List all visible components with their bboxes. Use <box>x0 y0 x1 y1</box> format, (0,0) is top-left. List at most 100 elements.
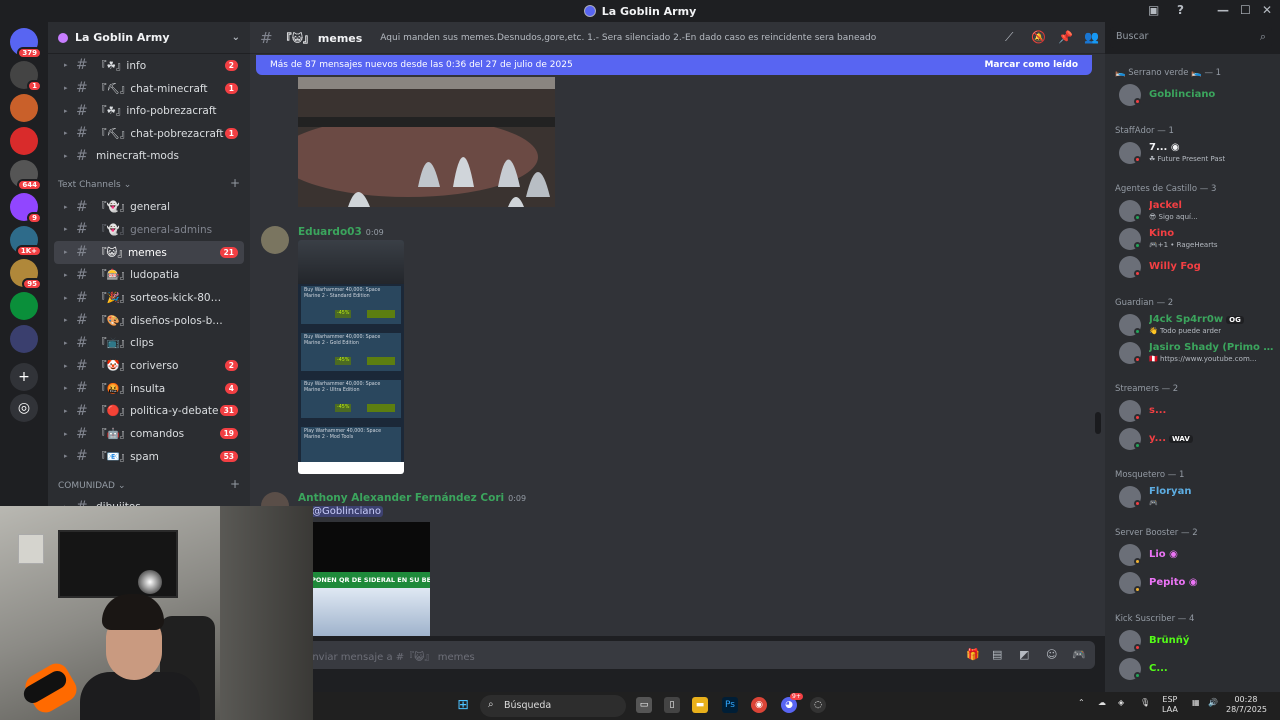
channel-item-clips[interactable]: ▸ # 『📺』clips <box>54 332 244 355</box>
channel-item-dise-os-polos-beluga-ar-[interactable]: ▸ # 『🎨』diseños-polos-beluga-ar... <box>54 309 244 332</box>
server-icon[interactable]: 9 <box>10 193 42 224</box>
message-author[interactable]: Eduardo03 0:09 <box>298 226 384 238</box>
onedrive-icon[interactable]: ☁ <box>1098 698 1106 708</box>
user-mention[interactable]: @Goblinciano <box>310 506 383 517</box>
member-item[interactable]: s... <box>1119 398 1274 424</box>
app-icon[interactable]: ◌ <box>810 697 826 713</box>
scrollbar-thumb[interactable] <box>1095 412 1101 434</box>
windows-start-icon[interactable]: ⊞ <box>455 697 471 713</box>
emoji-icon[interactable]: ☺ <box>1046 648 1057 661</box>
category-text-channels[interactable]: Text Channels ⌄ + <box>48 167 250 195</box>
channel-topic[interactable]: Aqui manden sus memes.Desnudos,gore,etc.… <box>380 33 876 43</box>
add-channel-icon[interactable]: + <box>230 477 240 491</box>
member-item[interactable]: J4ck Sp4rr0w OG 👋 Todo puede arder <box>1119 312 1274 338</box>
discover-icon[interactable]: ◎ <box>10 394 38 422</box>
hash-icon: # <box>76 244 88 261</box>
chrome-icon[interactable]: ◉ <box>751 697 767 713</box>
member-item[interactable]: Lio ◉ <box>1119 542 1274 568</box>
store-item-card: Buy Warhammer 40,000: Space Marine 2 - G… <box>301 333 401 371</box>
member-item[interactable]: Floryan 🎮 <box>1119 484 1274 510</box>
channel-item-ludopatia[interactable]: ▸ # 『🎰』ludopatia <box>54 264 244 287</box>
channel-item-spam[interactable]: ▸ # 『📧』spam 53 <box>54 445 244 468</box>
hash-icon: # <box>76 425 88 442</box>
collapse-arrow-icon: ▸ <box>64 248 68 257</box>
message-video[interactable]: TE PONEN QR DE SIDERAL EN SU BEBIDA <box>298 522 430 636</box>
search-icon: ⌕ <box>1259 30 1266 43</box>
server-icon[interactable] <box>10 127 38 155</box>
notification-muted-icon[interactable]: 🔕 <box>1031 30 1046 44</box>
search-input[interactable]: Buscar ⌕ <box>1110 27 1272 48</box>
language-indicator[interactable]: ESP LAA <box>1162 695 1178 715</box>
mark-as-read-button[interactable]: Marcar como leído <box>984 60 1078 70</box>
volume-icon[interactable]: 🔊 <box>1208 698 1218 708</box>
server-header[interactable]: La Goblin Army ⌄ <box>48 22 250 54</box>
maximize-button[interactable]: ☐ <box>1240 3 1251 17</box>
pin-icon[interactable]: 📌 <box>1058 30 1073 44</box>
threads-icon[interactable]: ⟋ <box>1005 30 1019 44</box>
taskbar-search[interactable]: ⌕ Búsqueda <box>480 695 626 717</box>
member-item[interactable]: Brünñý <box>1119 628 1274 654</box>
member-list-icon[interactable]: 👥 <box>1084 30 1099 44</box>
channel-item-general-admins[interactable]: ▸ # 『👻』general-admins <box>54 218 244 241</box>
add-server-icon[interactable]: + <box>10 363 38 391</box>
message-image-1[interactable] <box>298 77 555 207</box>
gift-icon[interactable]: 🎁 <box>966 648 980 661</box>
member-item[interactable]: 7... ◉ ☘ Future Present Past <box>1119 140 1274 166</box>
tray-overflow-icon[interactable]: ⌃ <box>1078 698 1085 708</box>
help-icon[interactable]: ? <box>1177 3 1184 17</box>
activities-icon[interactable]: 🎮 <box>1072 648 1086 661</box>
channel-item-general[interactable]: ▸ # 『👻』general <box>54 195 244 218</box>
task-view-icon[interactable]: ▭ <box>636 697 652 713</box>
server-icon[interactable]: 1 <box>10 61 42 92</box>
channel-item-info-pobrezacraft[interactable]: ▸ # 『☘』info-pobrezacraft <box>54 99 244 122</box>
member-list: 🛌 Serrano verde 🛌 — 1 Goblinciano StaffAdo… <box>1105 54 1280 692</box>
channel-item-sorteos-kick-800-soles[interactable]: ▸ # 『🎉』sorteos-kick-800-soles <box>54 286 244 309</box>
channel-item-minecraft-mods[interactable]: ▸ # minecraft-mods <box>54 145 244 168</box>
server-icon[interactable] <box>10 94 38 122</box>
member-item[interactable]: C... <box>1119 656 1274 682</box>
channel-item-comandos[interactable]: ▸ # 『🤖』comandos 19 <box>54 422 244 445</box>
inbox-icon[interactable]: ▣ <box>1148 3 1159 17</box>
channel-item-chat-minecraft[interactable]: ▸ # 『⛏』chat-minecraft 1 <box>54 77 244 100</box>
security-icon[interactable]: ◈ <box>1118 698 1124 708</box>
server-icon[interactable]: 1K+ <box>10 226 42 257</box>
member-item[interactable]: Goblinciano <box>1119 82 1274 108</box>
message-author[interactable]: Anthony Alexander Fernández Cori 0:09 <box>298 492 526 504</box>
member-status-text: ☘ Future Present Past <box>1149 155 1226 163</box>
channel-item-info[interactable]: ▸ # 『☘』info 2 <box>54 54 244 77</box>
channel-item-memes[interactable]: ▸ # 『😺』memes 21 <box>54 240 244 264</box>
mic-icon[interactable]: 🎙 <box>1140 698 1150 708</box>
member-item[interactable]: y... WAV <box>1119 426 1274 452</box>
avatar[interactable] <box>261 226 289 254</box>
gif-icon[interactable]: ▤ <box>992 648 1002 661</box>
server-icon[interactable] <box>10 292 38 320</box>
server-icon[interactable] <box>10 325 38 353</box>
server-icon[interactable]: 644 <box>10 160 42 191</box>
member-item[interactable]: Jasiro Shady (Primo d... 🇵🇪 https://www.y… <box>1119 340 1274 366</box>
photoshop-icon[interactable]: Ps <box>722 697 738 713</box>
member-item[interactable]: Kino 🎮+1 • RageHearts <box>1119 226 1274 252</box>
category-comunidad[interactable]: COMUNIDAD ⌄ + <box>48 468 250 496</box>
member-item[interactable]: Pepito ◉ <box>1119 570 1274 596</box>
app-icon[interactable]: ▯ <box>664 697 680 713</box>
sticker-icon[interactable]: ◩ <box>1019 648 1029 661</box>
file-explorer-icon[interactable]: ▬ <box>692 697 708 713</box>
member-item[interactable]: Willy Fog <box>1119 254 1274 280</box>
add-channel-icon[interactable]: + <box>230 176 240 190</box>
server-icon[interactable]: 95 <box>10 259 42 290</box>
minimize-button[interactable]: — <box>1217 3 1229 17</box>
channel-item-coriverso[interactable]: ▸ # 『🤡』coriverso 2 <box>54 354 244 377</box>
clock[interactable]: 00:28 28/7/2025 <box>1226 695 1267 715</box>
member-item[interactable]: Jackel 😎 Sigo aquí... <box>1119 198 1274 224</box>
channel-item-insulta[interactable]: ▸ # 『🤬』insulta 4 <box>54 377 244 400</box>
close-button[interactable]: ✕ <box>1262 3 1272 17</box>
unread-count-badge: 31 <box>219 405 238 417</box>
status-indicator <box>1134 500 1141 507</box>
new-messages-banner[interactable]: Más de 87 mensajes nuevos desde las 0:36… <box>256 55 1092 75</box>
channel-item-chat-pobrezacraft[interactable]: ▸ # 『⛏』chat-pobrezacraft 1 <box>54 122 244 145</box>
channel-item-politica-y-debate[interactable]: ▸ # 『🔴』politica-y-debate 31 <box>54 400 244 423</box>
message-image-2[interactable]: Buy Warhammer 40,000: Space Marine 2 - S… <box>298 240 404 474</box>
server-icon[interactable]: 379 <box>10 28 42 59</box>
collapse-arrow-icon: ▸ <box>64 361 68 370</box>
network-icon[interactable]: ▦ <box>1192 698 1200 708</box>
